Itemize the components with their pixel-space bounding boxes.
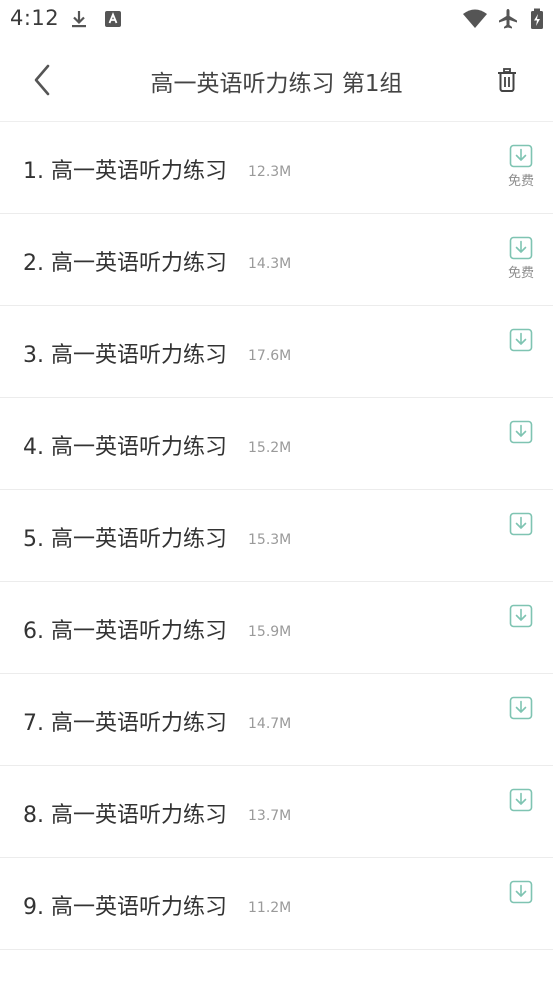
- track-title: 9. 高一英语听力练习: [23, 895, 227, 920]
- file-size: 11.2M: [248, 900, 292, 916]
- download-button[interactable]: [505, 604, 537, 654]
- download-icon: [509, 420, 533, 444]
- download-button[interactable]: [505, 328, 537, 378]
- file-size: 14.3M: [248, 256, 292, 272]
- wifi-icon: [462, 8, 488, 30]
- download-icon: [509, 144, 533, 168]
- file-size: 17.6M: [248, 348, 292, 364]
- trash-icon: [498, 68, 516, 92]
- download-button[interactable]: [505, 696, 537, 746]
- track-title: 8. 高一英语听力练习: [23, 803, 227, 828]
- download-icon: [509, 604, 533, 628]
- list-item[interactable]: 6. 高一英语听力练习 15.9M: [0, 582, 553, 674]
- text-recognition-icon: [103, 8, 125, 30]
- download-button[interactable]: [505, 512, 537, 562]
- list-item[interactable]: 9. 高一英语听力练习 11.2M: [0, 858, 553, 950]
- list-item[interactable]: 5. 高一英语听力练习 15.3M: [0, 490, 553, 582]
- file-size: 15.9M: [248, 624, 292, 640]
- track-title: 4. 高一英语听力练习: [23, 435, 227, 460]
- file-size: 13.7M: [248, 808, 292, 824]
- page-title: 高一英语听力练习 第1组: [150, 71, 403, 97]
- track-list: 1. 高一英语听力练习 12.3M 免费 2. 高一英语听力练习 14.3M 免…: [0, 122, 553, 950]
- track-title: 7. 高一英语听力练习: [23, 711, 227, 736]
- download-icon: [509, 788, 533, 812]
- battery-charging-icon: [530, 8, 544, 30]
- download-button[interactable]: 免费: [505, 236, 537, 286]
- chevron-left-icon: [34, 64, 50, 96]
- download-icon: [509, 236, 533, 260]
- status-bar: 4:12: [0, 0, 553, 38]
- download-icon: [509, 328, 533, 352]
- free-label: 免费: [507, 174, 534, 189]
- list-item[interactable]: 3. 高一英语听力练习 17.6M: [0, 306, 553, 398]
- track-title: 2. 高一英语听力练习: [23, 251, 227, 276]
- list-item[interactable]: 1. 高一英语听力练习 12.3M 免费: [0, 122, 553, 214]
- app-root: 4:12 高一英语听力练习 第1组 1. 高一英语听力练习 12.3M 免费 2…: [0, 0, 553, 984]
- file-size: 14.7M: [248, 716, 292, 732]
- track-title: 5. 高一英语听力练习: [23, 527, 227, 552]
- free-label: 免费: [507, 266, 534, 281]
- download-icon: [509, 696, 533, 720]
- file-size: 12.3M: [248, 164, 292, 180]
- status-time: 4:12: [10, 6, 60, 30]
- list-item[interactable]: 7. 高一英语听力练习 14.7M: [0, 674, 553, 766]
- download-button[interactable]: [505, 788, 537, 838]
- download-button[interactable]: [505, 880, 537, 930]
- track-title: 3. 高一英语听力练习: [23, 343, 227, 368]
- download-icon: [509, 512, 533, 536]
- delete-button[interactable]: [489, 64, 525, 96]
- back-button[interactable]: [22, 60, 62, 100]
- download-button[interactable]: [505, 420, 537, 470]
- top-app-bar: 高一英语听力练习 第1组: [0, 38, 553, 122]
- track-title: 1. 高一英语听力练习: [23, 159, 227, 184]
- file-size: 15.3M: [248, 532, 292, 548]
- list-item[interactable]: 4. 高一英语听力练习 15.2M: [0, 398, 553, 490]
- download-icon: [68, 8, 90, 30]
- download-button[interactable]: 免费: [505, 144, 537, 194]
- download-icon: [509, 880, 533, 904]
- track-title: 6. 高一英语听力练习: [23, 619, 227, 644]
- list-item[interactable]: 8. 高一英语听力练习 13.7M: [0, 766, 553, 858]
- airplane-mode-icon: [497, 8, 519, 30]
- list-item[interactable]: 2. 高一英语听力练习 14.3M 免费: [0, 214, 553, 306]
- file-size: 15.2M: [248, 440, 292, 456]
